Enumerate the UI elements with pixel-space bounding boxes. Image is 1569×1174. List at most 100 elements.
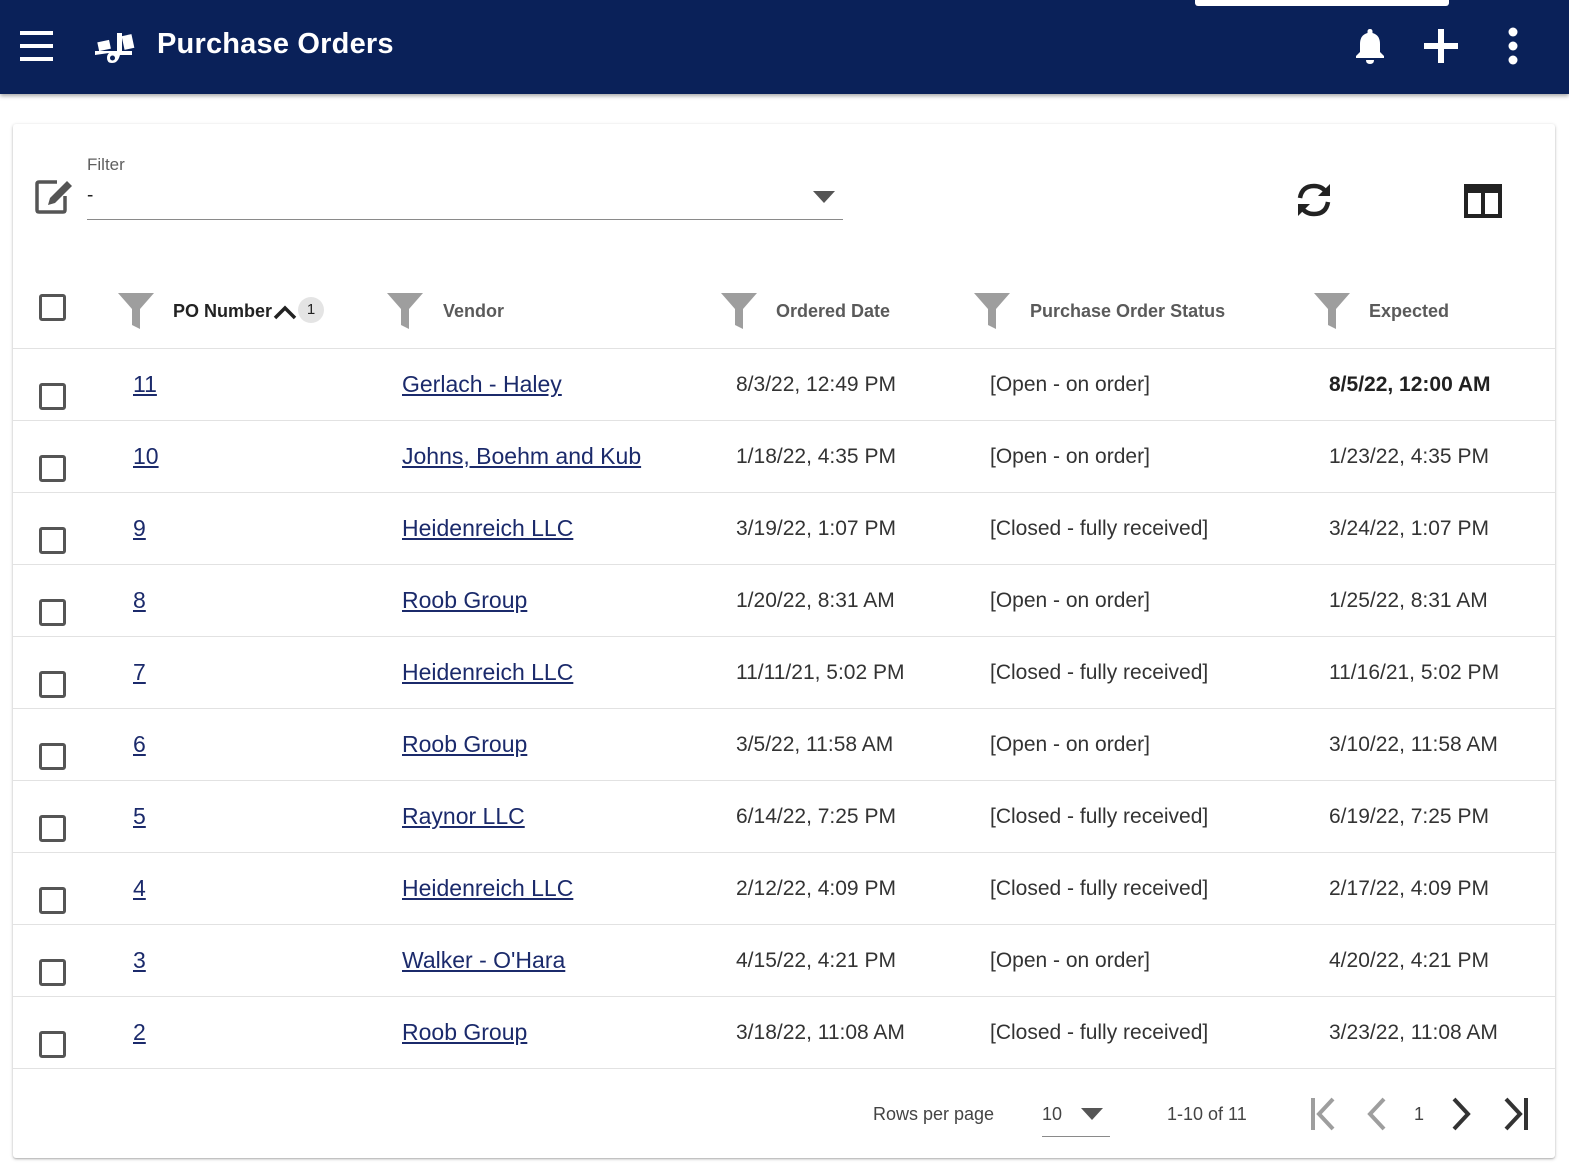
order-status: [Closed - fully received] bbox=[990, 805, 1209, 828]
table-row[interactable]: 7 Heidenreich LLC 11/11/21, 5:02 PM [Clo… bbox=[13, 637, 1555, 709]
expected-date: 6/19/22, 7:25 PM bbox=[1329, 805, 1489, 828]
order-status: [Closed - fully received] bbox=[990, 661, 1209, 684]
row-checkbox[interactable] bbox=[39, 671, 66, 698]
table-row[interactable]: 3 Walker - O'Hara 4/15/22, 4:21 PM [Open… bbox=[13, 925, 1555, 997]
order-status: [Open - on order] bbox=[990, 733, 1150, 756]
ordered-date: 3/18/22, 11:08 AM bbox=[736, 1021, 905, 1044]
po-number-link[interactable]: 6 bbox=[133, 731, 146, 758]
header-vendor[interactable]: Vendor bbox=[443, 301, 504, 322]
po-number-link[interactable]: 8 bbox=[133, 587, 146, 614]
po-number-link[interactable]: 2 bbox=[133, 1019, 146, 1046]
filter-funnel-icon[interactable] bbox=[117, 292, 155, 330]
vendor-link[interactable]: Roob Group bbox=[402, 731, 527, 758]
hand-truck-icon bbox=[95, 33, 135, 63]
select-all-checkbox[interactable] bbox=[39, 294, 66, 321]
row-checkbox[interactable] bbox=[39, 599, 66, 626]
po-number-link[interactable]: 11 bbox=[133, 371, 157, 398]
table-row[interactable]: 8 Roob Group 1/20/22, 8:31 AM [Open - on… bbox=[13, 565, 1555, 637]
first-page-icon[interactable] bbox=[1309, 1097, 1337, 1131]
po-number-link[interactable]: 10 bbox=[133, 443, 159, 470]
sort-ascending-icon[interactable] bbox=[273, 304, 297, 320]
filter-select[interactable]: - bbox=[87, 185, 93, 207]
table-header-row: PO Number 1 Vendor Ordered Date Purchase… bbox=[13, 276, 1555, 349]
row-checkbox[interactable] bbox=[39, 815, 66, 842]
header-expected[interactable]: Expected bbox=[1369, 301, 1449, 322]
filter-underline bbox=[87, 219, 843, 220]
row-checkbox[interactable] bbox=[39, 887, 66, 914]
app-bar: Purchase Orders bbox=[0, 0, 1569, 94]
row-checkbox[interactable] bbox=[39, 1031, 66, 1058]
filter-funnel-icon[interactable] bbox=[720, 292, 758, 330]
table-row[interactable]: 2 Roob Group 3/18/22, 11:08 AM [Closed -… bbox=[13, 997, 1555, 1069]
vendor-link[interactable]: Roob Group bbox=[402, 587, 527, 614]
refresh-icon[interactable] bbox=[1294, 180, 1334, 220]
vendor-link[interactable]: Heidenreich LLC bbox=[402, 659, 573, 686]
rows-per-page-label: Rows per page bbox=[873, 1104, 995, 1124]
more-vertical-icon[interactable] bbox=[1502, 27, 1524, 65]
table-row[interactable]: 9 Heidenreich LLC 3/19/22, 1:07 PM [Clos… bbox=[13, 493, 1555, 565]
rows-per-page-select[interactable]: 10 bbox=[1042, 1104, 1062, 1125]
next-page-icon[interactable] bbox=[1450, 1097, 1472, 1131]
vendor-link[interactable]: Roob Group bbox=[402, 1019, 527, 1046]
ordered-date: 1/20/22, 8:31 AM bbox=[736, 589, 895, 612]
edit-icon[interactable] bbox=[35, 178, 75, 214]
menu-icon[interactable] bbox=[20, 30, 54, 62]
vendor-link[interactable]: Raynor LLC bbox=[402, 803, 525, 830]
page-title: Purchase Orders bbox=[157, 28, 394, 60]
bell-icon[interactable] bbox=[1352, 27, 1388, 65]
expected-date: 8/5/22, 12:00 AM bbox=[1329, 373, 1491, 396]
vendor-link[interactable]: Johns, Boehm and Kub bbox=[402, 443, 641, 470]
last-page-icon[interactable] bbox=[1502, 1097, 1530, 1131]
chevron-down-icon[interactable] bbox=[1081, 1108, 1103, 1120]
po-number-link[interactable]: 7 bbox=[133, 659, 146, 686]
expected-date: 1/25/22, 8:31 AM bbox=[1329, 589, 1488, 612]
po-number-link[interactable]: 9 bbox=[133, 515, 146, 542]
po-number-link[interactable]: 5 bbox=[133, 803, 146, 830]
filter-label: Filter bbox=[87, 155, 125, 174]
filter-funnel-icon[interactable] bbox=[1313, 292, 1351, 330]
vendor-link[interactable]: Heidenreich LLC bbox=[402, 875, 573, 902]
order-status: [Open - on order] bbox=[990, 445, 1150, 468]
rows-per-page-underline bbox=[1042, 1136, 1110, 1137]
vendor-link[interactable]: Gerlach - Haley bbox=[402, 371, 562, 398]
ordered-date: 2/12/22, 4:09 PM bbox=[736, 877, 896, 900]
ordered-date: 11/11/21, 5:02 PM bbox=[736, 661, 905, 684]
row-checkbox[interactable] bbox=[39, 527, 66, 554]
columns-icon[interactable] bbox=[1464, 184, 1502, 218]
expected-date: 3/10/22, 11:58 AM bbox=[1329, 733, 1498, 756]
order-status: [Open - on order] bbox=[990, 949, 1150, 972]
ordered-date: 6/14/22, 7:25 PM bbox=[736, 805, 896, 828]
filter-funnel-icon[interactable] bbox=[973, 292, 1011, 330]
filter-funnel-icon[interactable] bbox=[386, 292, 424, 330]
ordered-date: 8/3/22, 12:49 PM bbox=[736, 373, 896, 396]
order-status: [Open - on order] bbox=[990, 373, 1150, 396]
header-po-number[interactable]: PO Number bbox=[173, 301, 272, 322]
table-row[interactable]: 6 Roob Group 3/5/22, 11:58 AM [Open - on… bbox=[13, 709, 1555, 781]
previous-page-icon[interactable] bbox=[1366, 1097, 1388, 1131]
pagination-range: 1-10 of 11 bbox=[1167, 1104, 1247, 1124]
table-row[interactable]: 10 Johns, Boehm and Kub 1/18/22, 4:35 PM… bbox=[13, 421, 1555, 493]
row-checkbox[interactable] bbox=[39, 455, 66, 482]
row-checkbox[interactable] bbox=[39, 383, 66, 410]
chevron-down-icon[interactable] bbox=[813, 191, 835, 203]
table-row[interactable]: 5 Raynor LLC 6/14/22, 7:25 PM [Closed - … bbox=[13, 781, 1555, 853]
ordered-date: 4/15/22, 4:21 PM bbox=[736, 949, 896, 972]
row-checkbox[interactable] bbox=[39, 959, 66, 986]
expected-date: 4/20/22, 4:21 PM bbox=[1329, 949, 1489, 972]
po-number-link[interactable]: 3 bbox=[133, 947, 146, 974]
plus-icon[interactable] bbox=[1423, 28, 1459, 64]
expected-date: 1/23/22, 4:35 PM bbox=[1329, 445, 1489, 468]
current-page: 1 bbox=[1414, 1104, 1425, 1124]
table-row[interactable]: 11 Gerlach - Haley 8/3/22, 12:49 PM [Ope… bbox=[13, 349, 1555, 421]
header-status[interactable]: Purchase Order Status bbox=[1030, 301, 1225, 322]
expected-date: 2/17/22, 4:09 PM bbox=[1329, 877, 1489, 900]
vendor-link[interactable]: Heidenreich LLC bbox=[402, 515, 573, 542]
pagination-bar: Rows per page 10 1-10 of 11 1 bbox=[13, 1069, 1555, 1158]
order-status: [Closed - fully received] bbox=[990, 1021, 1209, 1044]
table-row[interactable]: 4 Heidenreich LLC 2/12/22, 4:09 PM [Clos… bbox=[13, 853, 1555, 925]
row-checkbox[interactable] bbox=[39, 743, 66, 770]
vendor-link[interactable]: Walker - O'Hara bbox=[402, 947, 565, 974]
header-ordered-date[interactable]: Ordered Date bbox=[776, 301, 890, 322]
po-number-link[interactable]: 4 bbox=[133, 875, 146, 902]
ordered-date: 3/5/22, 11:58 AM bbox=[736, 733, 894, 756]
